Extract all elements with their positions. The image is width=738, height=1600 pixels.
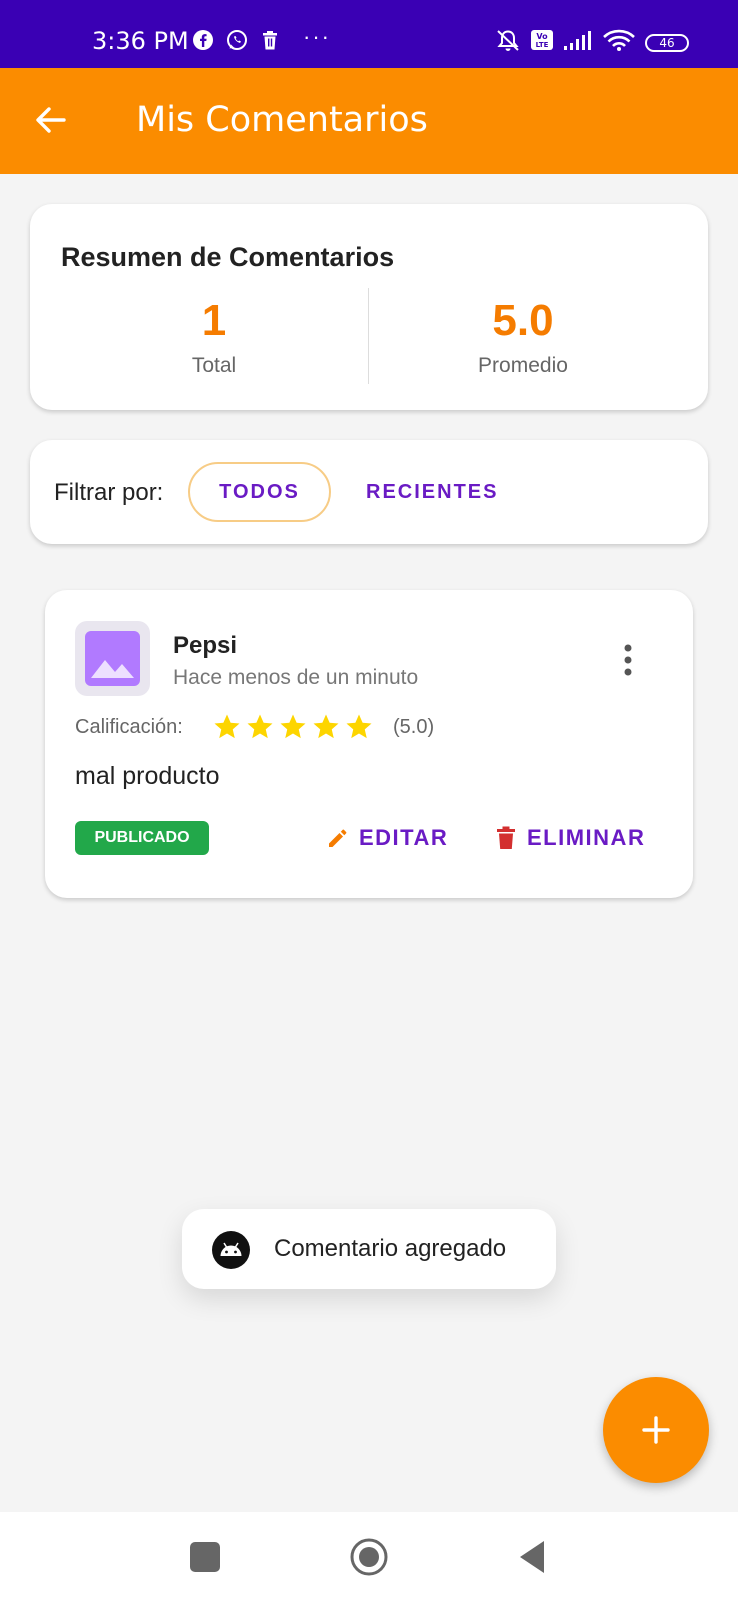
image-placeholder-icon xyxy=(85,631,140,686)
total-stat: 1 Total xyxy=(64,296,364,378)
svg-text:Vo: Vo xyxy=(536,32,548,41)
facebook-icon xyxy=(193,30,213,50)
android-icon xyxy=(212,1231,250,1269)
star-icon xyxy=(247,714,273,739)
comment-time: Hace menos de un minuto xyxy=(173,666,419,689)
star-icon xyxy=(280,714,306,739)
status-time: 3:36 PM xyxy=(92,27,189,55)
volte-icon: Vo LTE xyxy=(531,30,553,50)
more-dots: ··· xyxy=(303,24,331,49)
comment-text: mal producto xyxy=(75,762,220,790)
star-icon xyxy=(313,714,339,739)
toast-message: Comentario agregado xyxy=(274,1235,507,1262)
recent-apps-icon[interactable] xyxy=(190,1542,220,1572)
status-badge: PUBLICADO xyxy=(75,821,209,855)
more-vert-icon[interactable] xyxy=(615,640,641,680)
whatsapp-icon xyxy=(227,30,247,50)
rating-stars xyxy=(212,712,374,742)
star-icon xyxy=(346,714,372,739)
product-thumbnail xyxy=(75,621,150,696)
trash-icon xyxy=(497,826,515,849)
edit-label: EDITAR xyxy=(359,825,449,850)
back-arrow-icon[interactable] xyxy=(30,100,70,140)
average-value: 5.0 xyxy=(492,296,554,345)
wifi-icon xyxy=(603,29,635,51)
back-icon[interactable] xyxy=(518,1539,546,1575)
summary-title: Resumen de Comentarios xyxy=(61,242,395,272)
app-bar: Mis Comentarios xyxy=(0,68,738,174)
filter-chip-todos[interactable]: TODOS xyxy=(188,462,331,522)
plus-icon xyxy=(642,1416,670,1444)
page-title: Mis Comentarios xyxy=(136,100,428,140)
average-label: Promedio xyxy=(478,354,568,377)
total-value: 1 xyxy=(201,296,227,345)
svg-text:LTE: LTE xyxy=(536,41,549,49)
total-label: Total xyxy=(191,354,237,377)
comment-card: Pepsi Hace menos de un minuto Calificaci… xyxy=(45,590,693,898)
average-stat: 5.0 Promedio xyxy=(373,296,673,378)
add-comment-fab[interactable] xyxy=(603,1377,709,1483)
rating-label: Calificación: xyxy=(75,716,183,738)
battery-icon: 46 xyxy=(645,34,689,52)
home-icon[interactable] xyxy=(349,1537,389,1577)
status-bar: 3:36 PM ··· Vo LTE 46 xyxy=(0,0,738,68)
pencil-icon xyxy=(329,829,347,847)
delete-label: ELIMINAR xyxy=(527,825,646,850)
star-icon xyxy=(214,714,240,739)
filter-label: Filtrar por: xyxy=(54,479,164,506)
signal-icon xyxy=(564,31,591,50)
toast: Comentario agregado xyxy=(182,1209,556,1289)
product-name: Pepsi xyxy=(173,632,238,659)
trash-icon xyxy=(263,31,277,50)
filter-chip-recientes[interactable]: RECIENTES xyxy=(354,462,510,522)
rating-value: (5.0) xyxy=(393,716,435,738)
system-nav-bar xyxy=(0,1512,738,1600)
filter-card: Filtrar por: TODOS RECIENTES xyxy=(30,440,708,544)
mute-icon xyxy=(497,30,519,51)
summary-card: Resumen de Comentarios 1 Total 5.0 Prome… xyxy=(30,204,708,410)
delete-button[interactable]: ELIMINAR xyxy=(495,819,645,857)
edit-button[interactable]: EDITAR xyxy=(327,819,448,857)
stat-divider xyxy=(368,288,369,384)
